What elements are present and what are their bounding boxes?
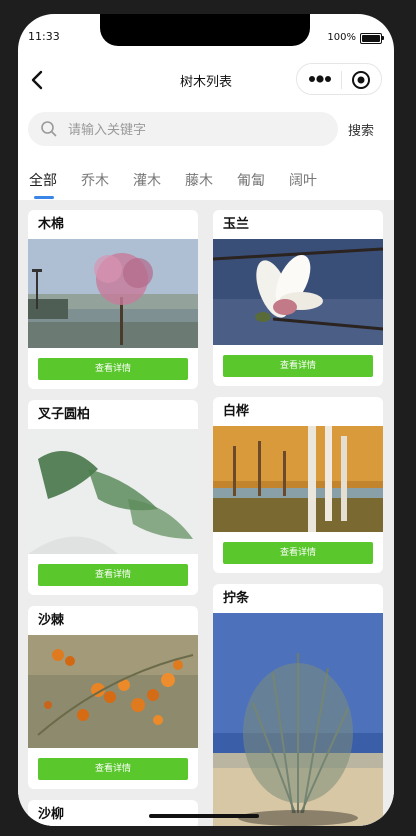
miniprogram-capsule bbox=[296, 63, 382, 95]
tree-card[interactable]: 白桦 查看详情 bbox=[213, 397, 383, 573]
search-input[interactable] bbox=[66, 112, 320, 148]
left-column: 木棉 查看详情 叉子圆柏 查看详情 沙棘 查看详情 沙柳 bbox=[28, 210, 198, 826]
tree-name: 拧条 bbox=[223, 591, 250, 606]
tree-card[interactable]: 玉兰 查看详情 bbox=[213, 210, 383, 386]
tab-all[interactable]: 全部 bbox=[29, 170, 57, 190]
home-indicator bbox=[149, 814, 259, 818]
right-column: 玉兰 查看详情 白桦 查看详情 拧条 bbox=[213, 210, 383, 826]
tab-arbor[interactable]: 乔木 bbox=[81, 170, 109, 190]
tree-card[interactable]: 拧条 bbox=[213, 584, 383, 826]
device-notch bbox=[100, 14, 310, 46]
search-field bbox=[28, 112, 338, 148]
tab-vine[interactable]: 藤木 bbox=[185, 170, 213, 190]
battery-percent: 100% bbox=[327, 32, 356, 43]
tree-photo bbox=[28, 239, 198, 348]
battery-icon bbox=[360, 33, 384, 44]
view-details-button[interactable]: 查看详情 bbox=[223, 542, 373, 564]
active-tab-indicator bbox=[34, 196, 54, 199]
status-time: 11:33 bbox=[28, 30, 60, 43]
target-circle-icon[interactable] bbox=[351, 70, 371, 90]
tree-list: 木棉 查看详情 叉子圆柏 查看详情 沙棘 查看详情 沙柳 玉兰 查看详情 白桦 … bbox=[18, 200, 394, 826]
view-details-button[interactable]: 查看详情 bbox=[38, 358, 188, 380]
capsule-divider bbox=[341, 71, 342, 89]
tree-name: 木棉 bbox=[38, 217, 65, 232]
more-dots-icon[interactable] bbox=[307, 71, 337, 87]
tree-name: 沙柳 bbox=[38, 807, 65, 822]
tree-photo bbox=[213, 613, 383, 826]
tab-shrub[interactable]: 灌木 bbox=[133, 170, 161, 190]
view-details-button[interactable]: 查看详情 bbox=[38, 758, 188, 780]
tree-card[interactable]: 沙柳 bbox=[28, 800, 198, 826]
navigation-bar: 树木列表 bbox=[18, 58, 394, 102]
tree-card[interactable]: 木棉 查看详情 bbox=[28, 210, 198, 389]
tree-photo bbox=[213, 426, 383, 532]
phone-screen: 11:33 100% 树木列表 搜索 全部 乔木 灌木 bbox=[18, 14, 394, 826]
tree-photo bbox=[28, 635, 198, 748]
tree-name: 白桦 bbox=[223, 404, 250, 419]
tab-creeping[interactable]: 匍匐 bbox=[237, 170, 265, 190]
view-details-button[interactable]: 查看详情 bbox=[38, 564, 188, 586]
tree-photo bbox=[213, 239, 383, 345]
tree-card[interactable]: 叉子圆柏 查看详情 bbox=[28, 400, 198, 595]
tree-photo bbox=[28, 429, 198, 554]
search-icon bbox=[40, 120, 58, 138]
search-button[interactable]: 搜索 bbox=[348, 120, 374, 139]
view-details-button[interactable]: 查看详情 bbox=[223, 355, 373, 377]
tree-card[interactable]: 沙棘 查看详情 bbox=[28, 606, 198, 789]
tree-name: 叉子圆柏 bbox=[38, 407, 91, 422]
search-bar: 搜索 bbox=[18, 108, 394, 154]
tree-name: 沙棘 bbox=[38, 613, 65, 628]
tab-broadleaf[interactable]: 阔叶 bbox=[289, 170, 317, 190]
category-tabs: 全部 乔木 灌木 藤木 匍匐 阔叶 bbox=[18, 160, 394, 200]
tree-name: 玉兰 bbox=[223, 217, 250, 232]
